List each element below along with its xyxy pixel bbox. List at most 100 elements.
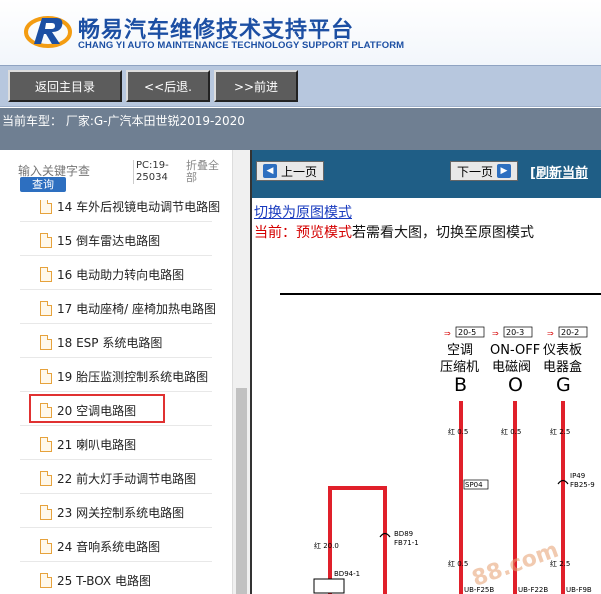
brand-subtitle: CHANG YI AUTO MAINTENANCE TECHNOLOGY SUP…: [78, 40, 405, 51]
mode-suffix: 若需看大图，切换至原图模式: [352, 225, 534, 241]
tree-item-label: 23 网关控制系统电路图: [57, 505, 185, 520]
ref-arrow-icon: ⇒: [492, 329, 499, 338]
next-page-button[interactable]: 下一页 ▶: [450, 161, 518, 181]
prev-page-button[interactable]: ◀ 上一页: [256, 161, 324, 181]
component-letter: O: [508, 374, 523, 396]
tree-item[interactable]: 17 电动座椅/ 座椅加热电路图: [40, 296, 216, 320]
tree-divider: [20, 527, 212, 528]
current-model-bar: 当前车型： 厂家:G-广汽本田世锐2019-2020: [0, 108, 601, 150]
document-icon: [40, 266, 52, 282]
tree-divider: [20, 289, 212, 290]
tree-item-label: 15 倒车雷达电路图: [57, 233, 161, 248]
tree-item[interactable]: 14 车外后视镜电动调节电路图: [40, 200, 220, 218]
tree-item-label: 16 电动助力转向电路图: [57, 267, 185, 282]
document-icon: [40, 538, 52, 554]
document-icon: [40, 436, 52, 452]
connector-label: FB25-9: [570, 481, 595, 489]
tree-item[interactable]: 23 网关控制系统电路图: [40, 500, 184, 524]
ground-block: [313, 578, 345, 594]
back-button[interactable]: <<后退.: [126, 70, 210, 102]
ref-label: 20-2: [561, 328, 579, 337]
forward-button[interactable]: >>前进: [214, 70, 298, 102]
tree-item[interactable]: 16 电动助力转向电路图: [40, 262, 184, 286]
wire-label: 红 0.5: [448, 427, 468, 436]
wire: [328, 486, 387, 594]
page-toolbar: ◀ 上一页 下一页 ▶ [刷新当前: [252, 150, 601, 198]
ref-label: 20-3: [506, 328, 524, 337]
document-icon: [40, 368, 52, 384]
connector-label: BD89: [394, 530, 413, 538]
document-icon: [40, 470, 52, 486]
wire-label: 红 2.5: [550, 427, 570, 436]
tree-divider: [20, 493, 212, 494]
document-icon: [40, 572, 52, 588]
tree-item-label: 14 车外后视镜电动调节电路图: [57, 200, 221, 214]
component-name: 电磁阀: [492, 360, 531, 375]
nav-bar: 返回主目录 <<后退. >>前进: [0, 65, 601, 107]
brand-logo-icon: [24, 16, 72, 48]
page: 畅易汽车维修技术支持平台 CHANG YI AUTO MAINTENANCE T…: [0, 0, 601, 594]
tree-divider: [20, 561, 212, 562]
connector-label: UB-F22B: [518, 586, 548, 594]
wiring-diagram[interactable]: ⇒ 20-5 ⇒ 20-3 ⇒ 20-2 空调 压缩机 B ON-OFF 电磁阀…: [252, 246, 601, 594]
component-letter: B: [454, 374, 467, 396]
connector-label: FB71-1: [394, 539, 419, 547]
document-icon: [40, 334, 52, 350]
svg-text:⇒: ⇒: [444, 329, 451, 338]
tree-divider: [20, 323, 212, 324]
ref-label: 20-5: [458, 328, 476, 337]
tree-divider: [20, 391, 212, 392]
component-name: 仪表板: [543, 343, 582, 358]
document-icon: [40, 300, 52, 316]
tree-item[interactable]: 24 音响系统电路图: [40, 534, 160, 558]
svg-text:⇒: ⇒: [492, 329, 499, 338]
wire-label: 红 0.5: [501, 427, 521, 436]
search-button[interactable]: 查询: [20, 177, 66, 192]
tree-item-label: 19 胎压监测控制系统电路图: [57, 369, 209, 384]
left-panel: 查询 PC:19-25034 折叠全部 14 车外后视镜电动调节电路图 15 倒…: [0, 150, 250, 594]
component-letter: G: [556, 374, 571, 396]
arrow-right-icon: ▶: [497, 164, 511, 178]
connector-label: UB-F9B: [566, 586, 592, 594]
tree-item-label: 24 音响系统电路图: [57, 539, 161, 554]
tree-divider: [20, 255, 212, 256]
tree-item[interactable]: 21 喇叭电路图: [40, 432, 136, 456]
prev-page-label: 上一页: [280, 164, 317, 179]
tree-divider: [20, 357, 212, 358]
home-button[interactable]: 返回主目录: [8, 70, 122, 102]
tree-divider: [20, 459, 212, 460]
tree-item[interactable]: 22 前大灯手动调节电路图: [40, 466, 196, 490]
ref-arrow-icon: ⇒: [444, 329, 451, 338]
switch-original-link[interactable]: 切换为原图模式: [254, 202, 352, 222]
mode-prefix: 当前：预览模式: [254, 225, 352, 241]
pc-label: PC:19-25034: [133, 160, 177, 184]
ref-arrow-icon: ⇒: [547, 329, 554, 338]
tree-item[interactable]: 25 T-BOX 电路图: [40, 568, 151, 592]
arrow-left-icon: ◀: [262, 164, 277, 178]
tree-item-label: 17 电动座椅/ 座椅加热电路图: [57, 301, 216, 316]
tree-item-label: 18 ESP 系统电路图: [57, 335, 163, 350]
wire-label: 红 20.0: [314, 541, 339, 550]
tree-divider: [20, 221, 212, 222]
selected-item-highlight: [29, 394, 165, 423]
document-icon: [40, 200, 52, 214]
component-name: 电器盒: [543, 359, 582, 375]
tree-item[interactable]: 15 倒车雷达电路图: [40, 228, 160, 252]
component-name: 空调: [447, 343, 473, 358]
tree-item-label: 22 前大灯手动调节电路图: [57, 471, 197, 486]
left-scrollbar[interactable]: [232, 150, 250, 594]
tree-item[interactable]: 19 胎压监测控制系统电路图: [40, 364, 208, 388]
site-header: 畅易汽车维修技术支持平台 CHANG YI AUTO MAINTENANCE T…: [0, 0, 601, 65]
tree-item[interactable]: 18 ESP 系统电路图: [40, 330, 162, 354]
refresh-link[interactable]: [刷新当前: [530, 162, 588, 181]
document-icon: [40, 232, 52, 248]
scrollbar-thumb[interactable]: [236, 388, 247, 594]
next-page-label: 下一页: [456, 164, 493, 179]
document-icon: [40, 504, 52, 520]
connector-label: BD94-1: [334, 570, 360, 578]
right-panel: ◀ 上一页 下一页 ▶ [刷新当前 切换为原图模式 当前：预览模式若需看大图，切…: [250, 150, 601, 594]
collapse-all-button[interactable]: 折叠全部: [186, 160, 228, 184]
tree-divider: [20, 425, 212, 426]
connector-label: SP04: [465, 481, 483, 489]
component-name: 压缩机: [440, 359, 479, 375]
